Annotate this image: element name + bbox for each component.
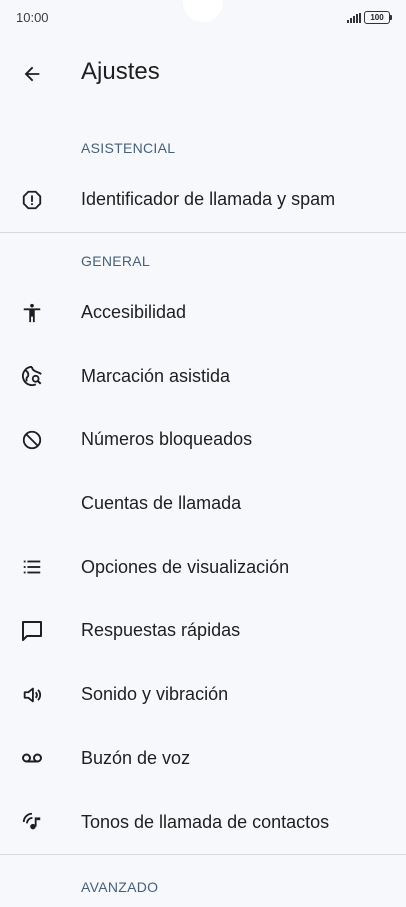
setting-voicemail[interactable]: Buzón de voz	[0, 727, 406, 791]
status-indicators: 100	[347, 11, 392, 24]
assisted-dialing-icon	[20, 364, 44, 388]
list-icon	[20, 555, 44, 579]
section-header-avanzado: AVANZADO	[81, 878, 159, 895]
report-icon	[20, 188, 44, 212]
setting-sound-vibration[interactable]: Sonido y vibración	[0, 663, 406, 727]
setting-label: Respuestas rápidas	[81, 620, 241, 641]
section-header-general: GENERAL	[81, 252, 151, 269]
setting-accessibility[interactable]: Accesibilidad	[0, 281, 406, 345]
setting-display-options[interactable]: Opciones de visualización	[0, 535, 406, 599]
page-title: Ajustes	[81, 58, 160, 85]
voicemail-icon	[20, 746, 44, 770]
status-bar: 10:00 100	[0, 0, 406, 36]
block-icon	[20, 428, 44, 452]
status-time: 10:00	[16, 10, 49, 25]
camera-notch	[183, 0, 223, 22]
setting-label: Sonido y vibración	[81, 684, 229, 705]
settings-list: ASISTENCIAL Identificador de llamada y s…	[0, 128, 406, 907]
section-header-asistencial: ASISTENCIAL	[81, 140, 176, 156]
setting-quick-responses[interactable]: Respuestas rápidas	[0, 599, 406, 663]
app-bar: Ajustes	[0, 46, 406, 102]
setting-label: Cuentas de llamada	[81, 493, 242, 514]
arrow-back-icon	[21, 63, 43, 85]
setting-caller-id-spam[interactable]: Identificador de llamada y spam	[0, 168, 406, 232]
setting-label: Tonos de llamada de contactos	[81, 811, 330, 832]
setting-label: Accesibilidad	[81, 302, 187, 323]
volume-icon	[20, 683, 44, 707]
accessibility-icon	[20, 301, 44, 325]
ringtone-icon	[20, 810, 44, 834]
setting-label: Marcación asistida	[81, 365, 231, 386]
message-icon	[20, 619, 44, 643]
setting-assisted-dialing[interactable]: Marcación asistida	[0, 344, 406, 408]
setting-label: Opciones de visualización	[81, 556, 290, 577]
battery-level: 100	[370, 13, 384, 22]
signal-icon	[347, 12, 361, 23]
setting-label: Buzón de voz	[81, 747, 191, 768]
setting-label: Números bloqueados	[81, 429, 253, 450]
back-button[interactable]	[12, 54, 52, 94]
setting-label: Identificador de llamada y spam	[81, 189, 336, 210]
setting-blocked-numbers[interactable]: Números bloqueados	[0, 408, 406, 472]
setting-calling-accounts[interactable]: Cuentas de llamada	[0, 472, 406, 536]
setting-contact-ringtones[interactable]: Tonos de llamada de contactos	[0, 790, 406, 854]
battery-icon: 100	[364, 11, 392, 24]
